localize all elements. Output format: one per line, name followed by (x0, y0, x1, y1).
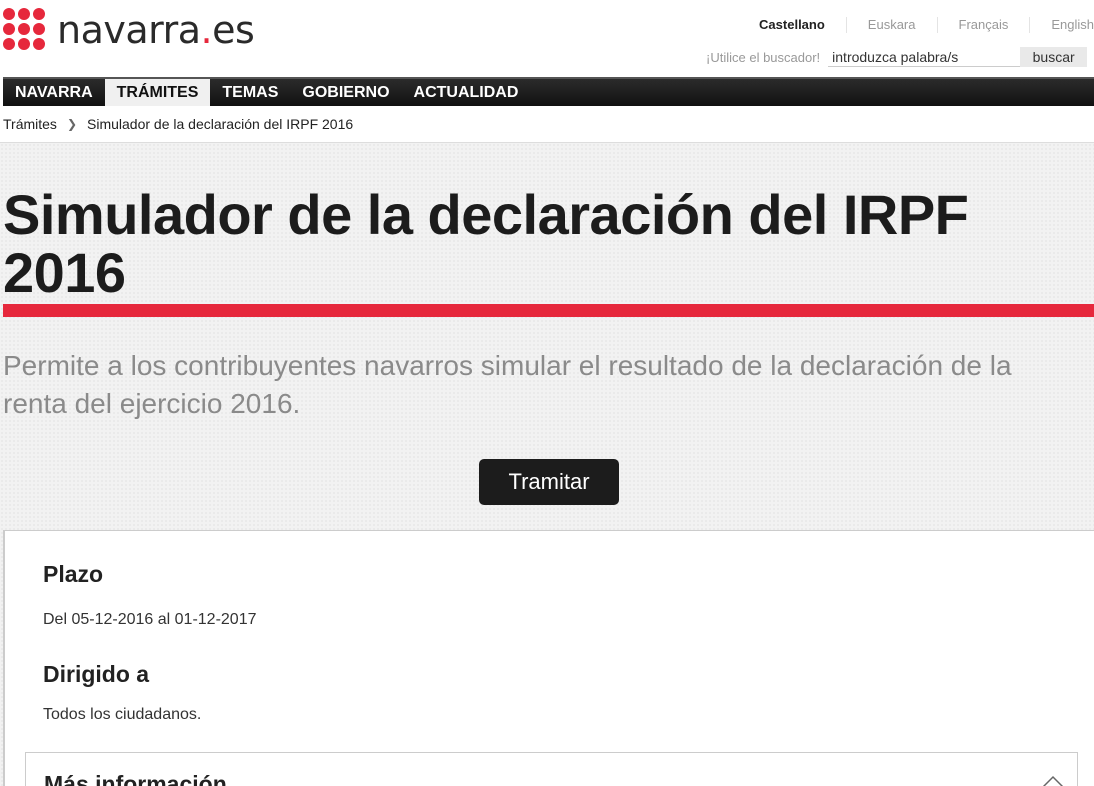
title-underline (3, 304, 1094, 317)
nav-tramites[interactable]: TRÁMITES (104, 79, 211, 106)
nav-navarra[interactable]: NAVARRA (3, 79, 105, 106)
more-info-heading: Más información (44, 771, 227, 786)
search-bar: ¡Utilice el buscador! buscar (706, 47, 1088, 67)
tramitar-button[interactable]: Tramitar (479, 459, 619, 505)
page-title: Simulador de la declaración del IRPF 201… (3, 183, 969, 304)
search-hint: ¡Utilice el buscador! (706, 49, 821, 65)
nav-actualidad[interactable]: ACTUALIDAD (402, 79, 531, 106)
lang-francais[interactable]: Français (936, 17, 1030, 33)
navarra-logo[interactable]: navarra.es (3, 8, 255, 52)
breadcrumb: Trámites ❯ Simulador de la declaración d… (3, 116, 353, 132)
chevron-up-icon[interactable] (1039, 769, 1067, 786)
search-button[interactable]: buscar (1020, 47, 1088, 67)
chevron-right-icon: ❯ (66, 117, 77, 131)
nav-temas[interactable]: TEMAS (210, 79, 290, 106)
language-selector: Castellano Euskara Français English (738, 17, 1094, 33)
dirigido-text: Todos los ciudadanos. (43, 706, 202, 723)
more-info-accordion[interactable]: Más información (25, 752, 1078, 786)
main-nav: NAVARRA TRÁMITES TEMAS GOBIERNO ACTUALID… (3, 77, 1094, 106)
breadcrumb-current: Simulador de la declaración del IRPF 201… (87, 116, 354, 132)
logo-text: navarra.es (57, 8, 255, 52)
logo-dots-icon (3, 8, 47, 52)
lang-english[interactable]: English (1029, 17, 1094, 33)
breadcrumb-parent[interactable]: Trámites (3, 116, 57, 132)
plazo-heading: Plazo (43, 561, 104, 587)
page-subtitle: Permite a los contribuyentes navarros si… (3, 350, 1012, 419)
search-input[interactable] (828, 47, 1021, 67)
nav-gobierno[interactable]: GOBIERNO (290, 79, 401, 106)
lang-euskara[interactable]: Euskara (845, 17, 937, 33)
dirigido-heading: Dirigido a (43, 661, 150, 687)
plazo-text: Del 05-12-2016 al 01-12-2017 (43, 611, 257, 628)
details-panel: Plazo Del 05-12-2016 al 01-12-2017 Dirig… (3, 530, 1094, 786)
site-header: navarra.es Castellano Euskara Français E… (0, 0, 1094, 76)
lang-castellano[interactable]: Castellano (738, 17, 846, 33)
